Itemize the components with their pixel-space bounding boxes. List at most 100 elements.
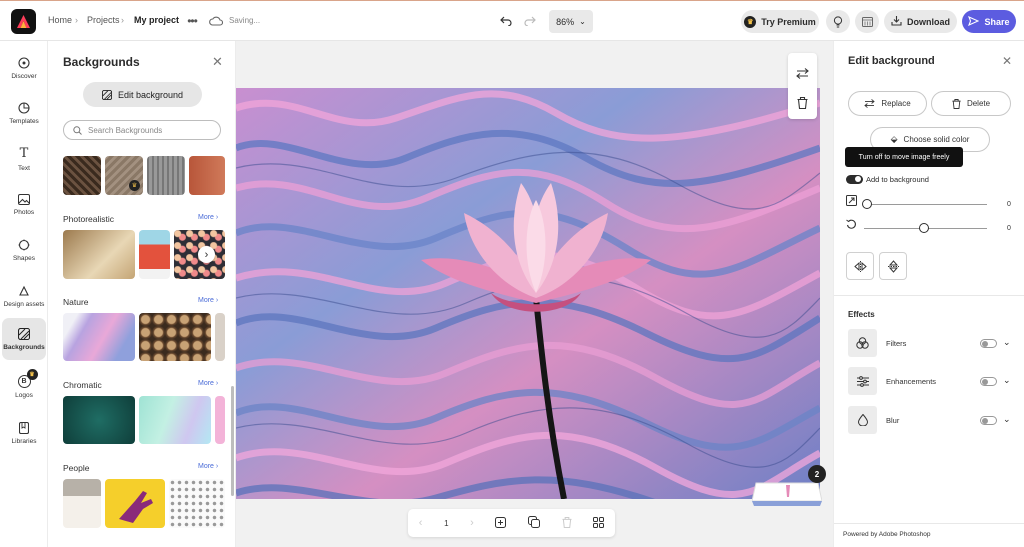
templates-icon [18, 101, 30, 114]
trash-icon [952, 98, 961, 109]
scrollbar[interactable] [231, 386, 234, 496]
breadcrumb-home[interactable]: Home [48, 15, 72, 25]
more-link-chromatic[interactable]: More › [198, 380, 218, 387]
rail-item-backgrounds[interactable]: Backgrounds [2, 318, 46, 360]
breadcrumb-project-name[interactable]: My project [134, 15, 179, 25]
chevron-down-icon[interactable]: ⌄ [1003, 414, 1011, 425]
inspiration-icon[interactable] [826, 10, 850, 33]
download-label: Download [907, 16, 950, 27]
scale-slider-track[interactable] [864, 204, 987, 205]
share-button[interactable]: Share [962, 10, 1016, 33]
rail-label: Shapes [12, 254, 36, 262]
search-input[interactable]: Search Backgrounds [63, 120, 221, 140]
trash-icon[interactable] [797, 96, 808, 114]
paint-bucket-icon: ⬙ [890, 134, 898, 144]
artboard[interactable] [236, 88, 820, 499]
background-thumbnail[interactable] [139, 230, 170, 279]
more-link-photorealistic[interactable]: More › [198, 214, 218, 221]
chevron-down-icon[interactable]: ⌄ [1003, 375, 1011, 386]
add-page-icon[interactable] [495, 516, 507, 530]
background-thumbnail[interactable] [139, 396, 211, 444]
carousel-next-button[interactable]: › [198, 246, 215, 263]
blur-toggle[interactable] [980, 416, 997, 425]
rail-label: Libraries [11, 437, 37, 445]
rotate-slider-handle[interactable] [919, 223, 929, 233]
background-thumbnail[interactable] [189, 156, 225, 195]
swap-icon [864, 99, 876, 108]
next-page-icon[interactable]: › [470, 517, 474, 529]
redo-icon[interactable] [521, 12, 539, 30]
tooltip: Turn off to move image freely [845, 147, 963, 167]
background-thumbnail[interactable] [63, 479, 101, 528]
trash-icon[interactable] [562, 516, 572, 530]
rail-item-libraries[interactable]: Libraries [2, 413, 46, 453]
toggle-knob [855, 176, 861, 182]
section-title-photorealistic: Photorealistic [63, 214, 115, 224]
rail-item-text[interactable]: T Text [2, 139, 46, 179]
background-thumbnail[interactable] [63, 230, 135, 279]
left-rail: Discover Templates T Text Photos Shapes … [0, 41, 48, 547]
blur-label: Blur [886, 416, 900, 425]
close-icon[interactable]: ✕ [212, 54, 223, 70]
replace-button[interactable]: Replace [848, 91, 927, 116]
rail-item-design-assets[interactable]: Design assets [2, 276, 46, 316]
scale-value[interactable]: 0 [1007, 201, 1011, 208]
crown-icon: ♛ [26, 369, 38, 380]
chevron-down-icon[interactable]: ⌄ [1003, 337, 1011, 348]
rail-item-logos[interactable]: B ♛ Logos [2, 367, 46, 407]
more-link-nature[interactable]: More › [198, 297, 218, 304]
effect-row-filters: Filters ⌄ [848, 329, 1018, 357]
adobe-express-logo[interactable] [11, 9, 36, 34]
more-icon[interactable]: ••• [183, 12, 201, 30]
calendar-icon[interactable] [855, 10, 879, 33]
background-thumbnail[interactable] [63, 156, 101, 195]
discover-icon [18, 56, 30, 69]
swap-icon[interactable] [796, 66, 809, 84]
scale-slider-handle[interactable] [862, 199, 872, 209]
background-thumbnail[interactable] [147, 156, 185, 195]
zoom-dropdown[interactable]: 86% ⌄ [549, 10, 593, 33]
background-thumbnail[interactable]: ♛ [105, 156, 143, 195]
more-link-people[interactable]: More › [198, 463, 218, 470]
chevron-right-icon: › [75, 15, 78, 25]
rail-item-templates[interactable]: Templates [2, 93, 46, 133]
background-thumbnail[interactable] [215, 396, 225, 444]
enhancements-icon [848, 367, 877, 395]
effects-title: Effects [848, 310, 875, 319]
background-thumbnail[interactable] [215, 313, 225, 361]
crown-icon: ♛ [129, 180, 140, 191]
previous-page-icon[interactable]: ‹ [419, 517, 423, 529]
try-premium-button[interactable]: ♛ Try Premium [741, 10, 819, 33]
undo-icon[interactable] [497, 12, 515, 30]
enhancements-toggle[interactable] [980, 377, 997, 386]
flip-horizontal-button[interactable] [846, 252, 874, 280]
edit-background-button[interactable]: Edit background [83, 82, 202, 107]
duplicate-page-icon[interactable] [527, 516, 540, 530]
background-thumbnail[interactable] [169, 479, 225, 528]
add-to-background-toggle[interactable] [846, 175, 863, 184]
download-button[interactable]: Download [884, 10, 957, 33]
background-thumbnail[interactable] [139, 313, 211, 361]
background-thumbnail[interactable] [63, 396, 135, 444]
share-label: Share [984, 16, 1010, 27]
flip-vertical-button[interactable] [879, 252, 907, 280]
rotate-value[interactable]: 0 [1007, 225, 1011, 232]
filters-label: Filters [886, 339, 907, 348]
rail-item-shapes[interactable]: Shapes [2, 230, 46, 270]
flip-vertical-icon [887, 259, 899, 273]
delete-button[interactable]: Delete [931, 91, 1011, 116]
chevron-right-icon: › [204, 248, 209, 261]
background-thumbnail[interactable] [105, 479, 165, 528]
close-icon[interactable]: ✕ [1002, 54, 1012, 68]
grid-view-icon[interactable] [593, 516, 605, 530]
page-navigation-bar: ‹ 1 › [408, 509, 615, 537]
chevron-down-icon: ⌄ [579, 17, 586, 26]
filters-toggle[interactable] [980, 339, 997, 348]
rail-item-discover[interactable]: Discover [2, 48, 46, 88]
download-icon [891, 15, 902, 28]
background-thumbnail[interactable] [63, 313, 135, 361]
breadcrumb-projects[interactable]: Projects [87, 15, 120, 25]
try-premium-label: Try Premium [761, 16, 816, 27]
rail-item-photos[interactable]: Photos [2, 185, 46, 225]
marble-background-image [236, 88, 820, 499]
